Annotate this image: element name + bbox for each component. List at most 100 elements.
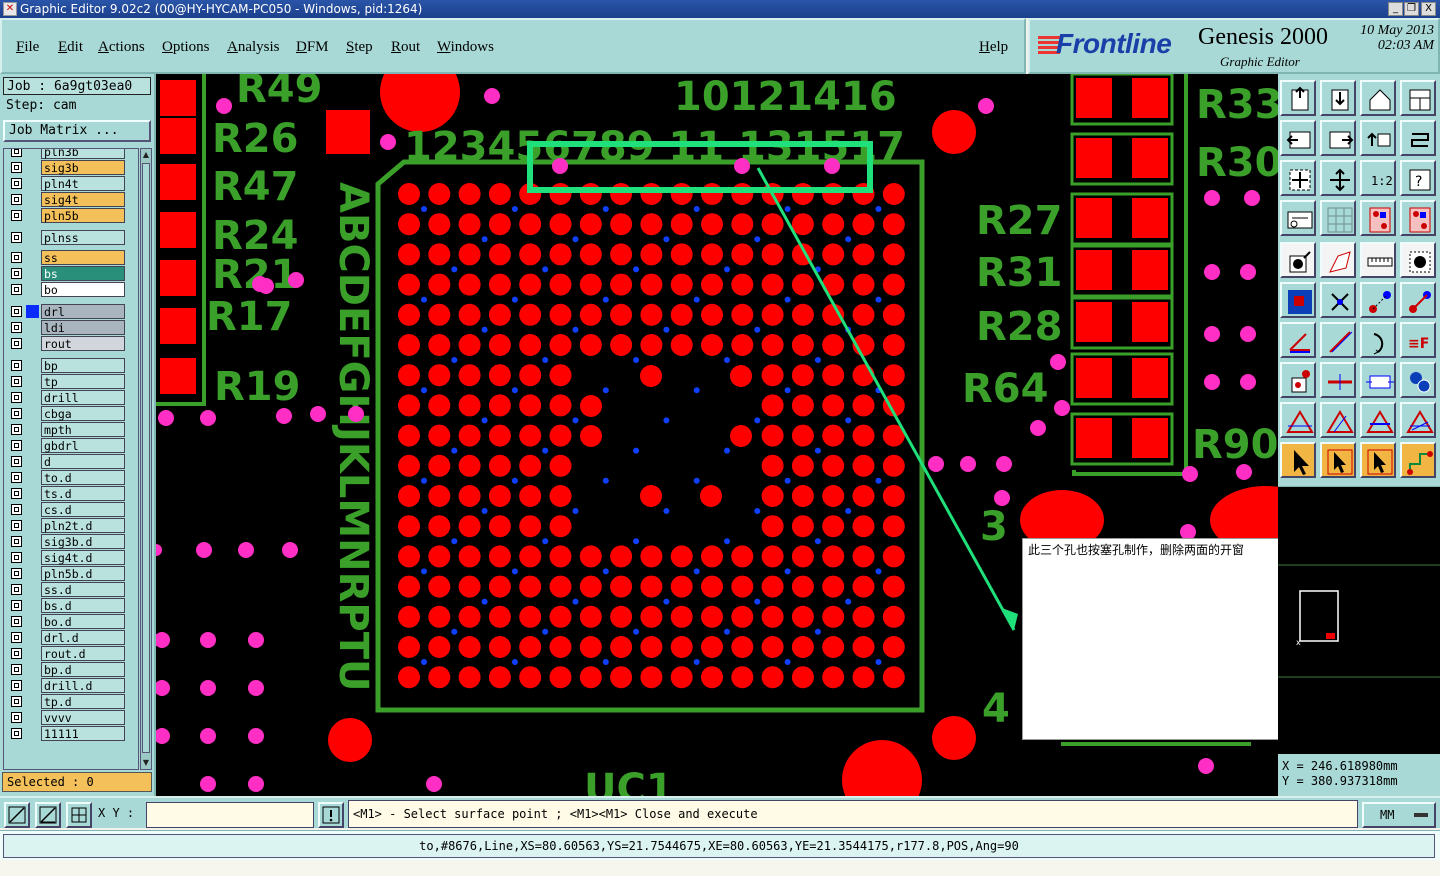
layer-name[interactable]: 11111 — [41, 726, 125, 741]
layer-row[interactable]: ldi — [4, 320, 138, 335]
select-icon[interactable] — [1400, 242, 1436, 278]
layer-row[interactable]: drill — [4, 390, 138, 405]
layer-row[interactable]: bo — [4, 282, 138, 297]
net-icon[interactable] — [1280, 282, 1316, 318]
layer-row[interactable]: ss — [4, 250, 138, 265]
triangle-d-icon[interactable] — [1400, 402, 1436, 438]
layer-name[interactable]: cbga — [41, 406, 125, 421]
layer-row[interactable]: 11111 — [4, 726, 138, 741]
units-select[interactable]: MM — [1362, 802, 1436, 828]
zoom-prev-icon[interactable] — [1280, 120, 1316, 156]
layer-checkbox[interactable] — [11, 680, 22, 691]
save-icon[interactable] — [1320, 80, 1356, 116]
layer-name[interactable]: vvvv — [41, 710, 125, 725]
job-matrix-button[interactable]: Job Matrix ... — [3, 120, 151, 142]
scale-1-2-icon[interactable]: 1:2 — [1360, 160, 1396, 196]
layer-row[interactable]: drl — [4, 304, 138, 319]
layer-row[interactable]: sig3b.d — [4, 534, 138, 549]
minimize-button[interactable]: _ — [1388, 2, 1403, 16]
layer-row[interactable]: bs.d — [4, 598, 138, 613]
layer-scrollbar[interactable]: ▲ ▼ — [140, 148, 152, 770]
layer-checkbox[interactable] — [11, 488, 22, 499]
scroll-thumb[interactable] — [142, 163, 150, 753]
layer-name[interactable]: bo — [41, 282, 125, 297]
ruler-icon[interactable] — [1360, 242, 1396, 278]
layer-name[interactable]: drl.d — [41, 630, 125, 645]
layer-name[interactable]: sig3b — [41, 160, 125, 175]
menu-analysis[interactable]: Analysis — [227, 39, 280, 56]
layer-row[interactable]: rout.d — [4, 646, 138, 661]
open-step-icon[interactable] — [1280, 80, 1316, 116]
menu-file[interactable]: File — [16, 39, 39, 56]
copy-icon[interactable] — [1400, 362, 1436, 398]
route-icon[interactable] — [1400, 442, 1436, 478]
layer-row[interactable]: vvvv — [4, 710, 138, 725]
shape-icon[interactable] — [1320, 242, 1356, 278]
layer-name[interactable]: pln4t — [41, 176, 125, 191]
line-add-icon[interactable] — [1400, 282, 1436, 318]
layer-checkbox[interactable] — [11, 252, 22, 263]
maximize-button[interactable]: ❐ — [1404, 2, 1419, 16]
layer-name[interactable]: cs.d — [41, 502, 125, 517]
layer-name[interactable]: pln5b — [41, 208, 125, 223]
layer-checkbox[interactable] — [11, 600, 22, 611]
menu-dfm[interactable]: DFM — [296, 39, 329, 56]
layer-checkbox[interactable] — [11, 616, 22, 627]
layer-row[interactable]: gbdrl — [4, 438, 138, 453]
layer-row[interactable]: plnss — [4, 230, 138, 245]
layer-name[interactable]: bs — [41, 266, 125, 281]
menu-help[interactable]: Help — [979, 39, 1008, 56]
layer-checkbox[interactable] — [11, 536, 22, 547]
layer-checkbox[interactable] — [11, 424, 22, 435]
layer-row[interactable]: pln5b.d — [4, 566, 138, 581]
redraw-icon[interactable] — [1400, 120, 1436, 156]
layer-name[interactable]: mpth — [41, 422, 125, 437]
scroll-down-icon[interactable]: ▼ — [141, 758, 151, 768]
layers-a-icon[interactable] — [1360, 200, 1396, 236]
layer-name[interactable]: pln5b.d — [41, 566, 125, 581]
layer-name[interactable]: rout.d — [41, 646, 125, 661]
layer-row[interactable]: bs — [4, 266, 138, 281]
layer-checkbox[interactable] — [11, 520, 22, 531]
layer-row[interactable]: pln3b — [4, 149, 138, 159]
layer-name[interactable]: drill.d — [41, 678, 125, 693]
layer-row[interactable]: rout — [4, 336, 138, 351]
menu-options[interactable]: Options — [162, 39, 210, 56]
angle-icon[interactable] — [1280, 322, 1316, 358]
layer-row[interactable]: sig4t — [4, 192, 138, 207]
layer-name[interactable]: ss.d — [41, 582, 125, 597]
layer-checkbox[interactable] — [11, 648, 22, 659]
layer-name[interactable]: plnss — [41, 230, 125, 245]
connect-icon[interactable] — [1360, 282, 1396, 318]
pad-text-icon[interactable]: ≡F — [1400, 322, 1436, 358]
layer-checkbox[interactable] — [11, 360, 22, 371]
snap-icon[interactable] — [1320, 282, 1356, 318]
layer-checkbox[interactable] — [11, 472, 22, 483]
layer-row[interactable]: pln4t — [4, 176, 138, 191]
pointer-select-icon[interactable] — [1320, 442, 1356, 478]
menu-rout[interactable]: Rout — [391, 39, 420, 56]
layer-checkbox[interactable] — [11, 232, 22, 243]
layer-checkbox[interactable] — [11, 392, 22, 403]
zoom-fit-icon[interactable] — [1280, 160, 1316, 196]
layer-row[interactable]: tp.d — [4, 694, 138, 709]
layer-name[interactable]: sig3b.d — [41, 534, 125, 549]
layer-row[interactable]: mpth — [4, 422, 138, 437]
arc-icon[interactable] — [1360, 322, 1396, 358]
layer-row[interactable]: cs.d — [4, 502, 138, 517]
layer-name[interactable]: ldi — [41, 320, 125, 335]
layer-checkbox[interactable] — [11, 712, 22, 723]
grid-snap-icon[interactable] — [66, 802, 92, 828]
layer-row[interactable]: bo.d — [4, 614, 138, 629]
layers-b-icon[interactable] — [1400, 200, 1436, 236]
layer-name[interactable]: rout — [41, 336, 125, 351]
layer-row[interactable]: drill.d — [4, 678, 138, 693]
cut-icon[interactable] — [1320, 362, 1356, 398]
angle-mode-icon[interactable] — [35, 802, 61, 828]
layer-checkbox[interactable] — [11, 632, 22, 643]
layer-row[interactable]: pln2t.d — [4, 518, 138, 533]
layer-checkbox[interactable] — [11, 456, 22, 467]
zoom-next-icon[interactable] — [1320, 120, 1356, 156]
graphics-canvas[interactable]: R49 R26 R47 R24 R21 R17 R19 10121416 123456789 1… — [156, 74, 1278, 796]
pan-icon[interactable] — [1360, 120, 1396, 156]
